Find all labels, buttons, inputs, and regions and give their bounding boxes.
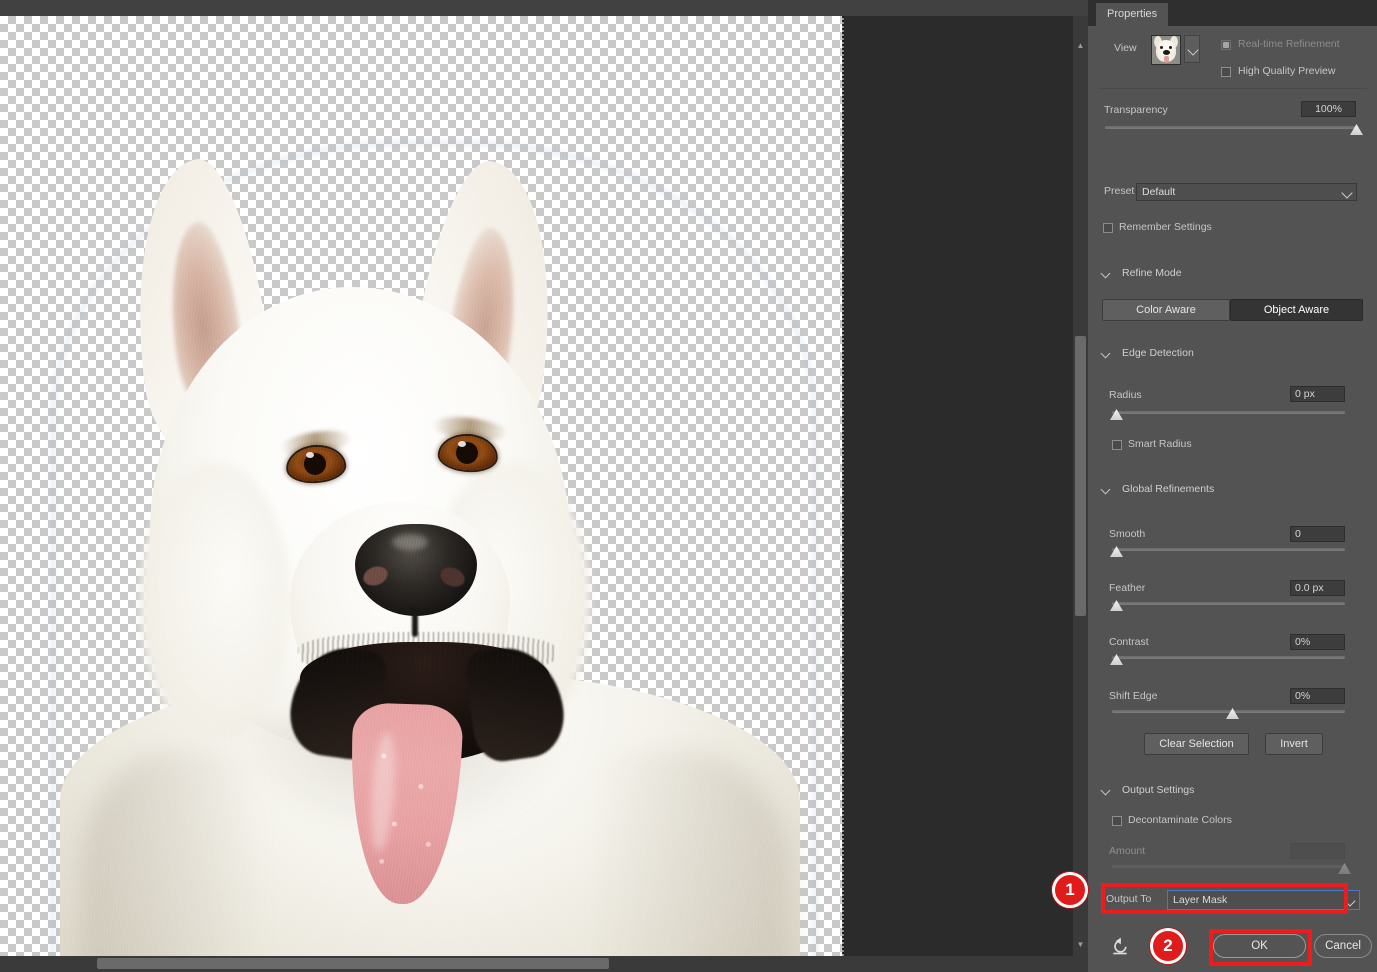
cancel-button[interactable]: Cancel	[1314, 934, 1372, 958]
view-label: View	[1114, 42, 1137, 54]
dog-philtrum	[412, 607, 418, 637]
radius-label: Radius	[1109, 389, 1142, 401]
smooth-value-field[interactable]: 0	[1290, 526, 1345, 542]
feather-value-field[interactable]: 0.0 px	[1290, 580, 1345, 596]
clear-selection-button[interactable]: Clear Selection	[1144, 733, 1249, 755]
chevron-down-icon	[1187, 44, 1199, 56]
dog-eye-highlight-left	[306, 452, 314, 458]
document-canvas[interactable]	[0, 16, 843, 956]
canvas-vertical-scrollbar[interactable]: ▲ ▼	[1073, 16, 1088, 956]
canvas-area[interactable]: ▲ ▼	[0, 0, 1090, 972]
shift-edge-value-field[interactable]: 0%	[1290, 688, 1345, 704]
chevron-down-icon[interactable]	[1101, 786, 1111, 796]
high-quality-preview-checkbox[interactable]	[1221, 67, 1231, 77]
view-mode-dropdown-button[interactable]	[1184, 35, 1200, 63]
photoshop-select-and-mask-workspace: ▲ ▼ Properties View Real-time Refinement…	[0, 0, 1377, 972]
properties-panel-body: View Real-time Refinement High Quality P…	[1088, 26, 1377, 972]
remember-settings-label: Remember Settings	[1119, 221, 1212, 233]
callout-box-output-to	[1101, 883, 1348, 914]
chevron-down-icon	[1341, 187, 1353, 199]
decontaminate-colors-label: Decontaminate Colors	[1128, 814, 1232, 826]
dog-tongue-speckles	[352, 722, 458, 892]
scrollbar-corner	[1073, 956, 1088, 972]
realtime-refinement-checkbox[interactable]	[1221, 40, 1231, 50]
canvas-top-strip	[0, 0, 1090, 16]
preset-value: Default	[1142, 186, 1176, 198]
dog-cheek-left	[140, 462, 290, 742]
refine-mode-title: Refine Mode	[1122, 267, 1182, 279]
callout-badge-2: 2	[1150, 928, 1186, 964]
feather-label: Feather	[1109, 582, 1146, 594]
canvas-horizontal-scrollbar[interactable]	[0, 956, 1073, 972]
dog-whiskers	[298, 632, 556, 674]
amount-slider-track	[1112, 865, 1345, 868]
thumb-dog-eye-right	[1169, 46, 1172, 49]
refine-mode-color-aware-button[interactable]: Color Aware	[1102, 299, 1230, 321]
chevron-down-icon[interactable]	[1101, 485, 1111, 495]
reset-arrow-icon[interactable]	[1110, 936, 1130, 956]
amount-label: Amount	[1109, 845, 1146, 857]
high-quality-preview-label: High Quality Preview	[1238, 65, 1336, 77]
thumb-dog-tongue	[1164, 56, 1169, 63]
scroll-down-arrow-icon[interactable]: ▼	[1075, 939, 1086, 950]
dog-nose-highlight	[392, 534, 428, 550]
contrast-label: Contrast	[1109, 636, 1149, 648]
vertical-scroll-thumb[interactable]	[1075, 336, 1086, 616]
feather-slider-track[interactable]	[1112, 602, 1345, 605]
shift-edge-slider-track[interactable]	[1112, 710, 1345, 713]
divider-view	[1098, 88, 1367, 89]
transparency-label: Transparency	[1104, 104, 1168, 116]
tab-properties[interactable]: Properties	[1096, 3, 1169, 26]
realtime-refinement-label: Real-time Refinement	[1238, 38, 1340, 50]
workspace-empty-area	[843, 16, 1090, 956]
preset-dropdown[interactable]: Default	[1136, 183, 1357, 201]
transparency-slider-track[interactable]	[1105, 126, 1357, 129]
smart-radius-label: Smart Radius	[1128, 438, 1192, 450]
smart-radius-checkbox[interactable]	[1112, 440, 1122, 450]
remember-settings-checkbox[interactable]	[1103, 223, 1113, 233]
smooth-label: Smooth	[1109, 528, 1146, 540]
refine-mode-object-aware-button[interactable]: Object Aware	[1230, 299, 1363, 321]
panel-tabstrip: Properties	[1088, 0, 1377, 26]
thumb-dog-eye-left	[1160, 46, 1163, 49]
global-refinements-title: Global Refinements	[1122, 483, 1215, 495]
transparency-value-field[interactable]: 100%	[1301, 101, 1356, 117]
shift-edge-label: Shift Edge	[1109, 690, 1158, 702]
chevron-down-icon[interactable]	[1101, 349, 1111, 359]
scroll-up-arrow-icon[interactable]: ▲	[1075, 40, 1086, 51]
invert-button[interactable]: Invert	[1265, 733, 1323, 755]
properties-panel: Properties View Real-time Refinement Hig…	[1088, 0, 1377, 972]
callout-badge-1: 1	[1052, 872, 1088, 908]
preset-label: Preset	[1104, 185, 1135, 197]
amount-value-field	[1290, 843, 1345, 859]
document-right-edge	[842, 16, 844, 956]
dog-eye-highlight-right	[458, 441, 466, 447]
dog-image-artwork	[0, 32, 843, 956]
callout-box-ok	[1209, 929, 1312, 966]
thumb-dog-nose	[1163, 50, 1170, 55]
contrast-value-field[interactable]: 0%	[1290, 634, 1345, 650]
edge-detection-title: Edge Detection	[1122, 347, 1194, 359]
radius-value-field[interactable]: 0 px	[1290, 386, 1345, 402]
contrast-slider-track[interactable]	[1112, 656, 1345, 659]
radius-slider-track[interactable]	[1112, 411, 1345, 414]
smooth-slider-track[interactable]	[1112, 548, 1345, 551]
decontaminate-colors-checkbox[interactable]	[1112, 816, 1122, 826]
chevron-down-icon[interactable]	[1101, 269, 1111, 279]
horizontal-scroll-thumb[interactable]	[97, 958, 609, 969]
output-settings-title: Output Settings	[1122, 784, 1195, 796]
view-mode-thumbnail[interactable]	[1151, 35, 1181, 65]
